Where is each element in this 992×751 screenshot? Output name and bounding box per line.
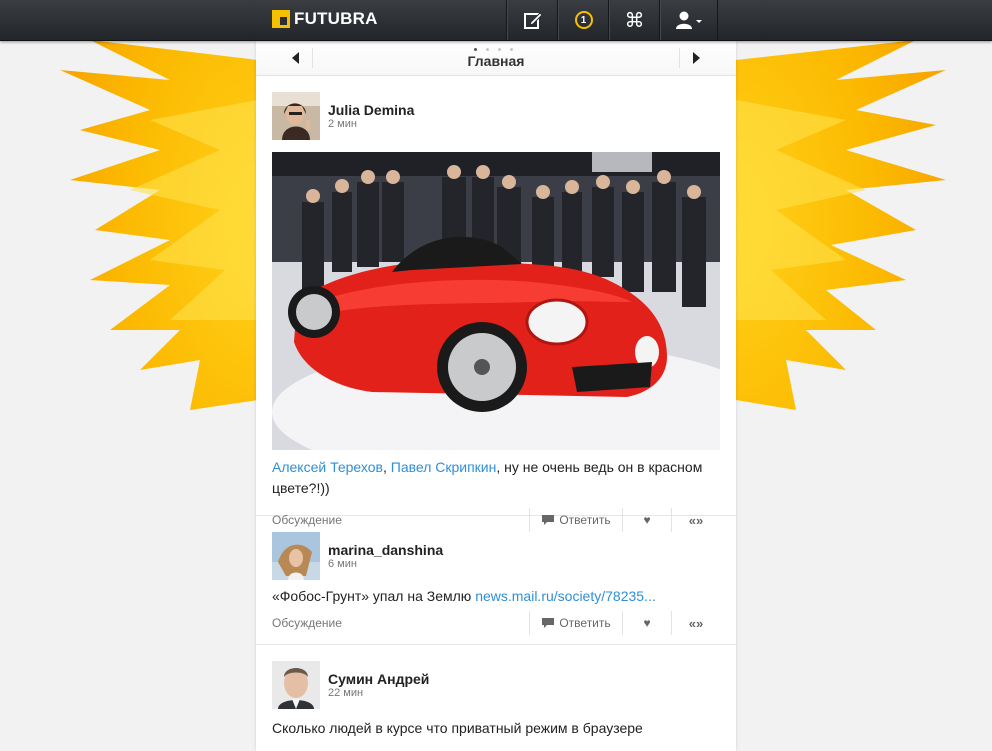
avatar[interactable]: [272, 532, 320, 580]
post-time: 22 мин: [328, 687, 364, 699]
page-dot: [510, 48, 513, 51]
page-dots: [474, 48, 513, 51]
feed-navbar: Главная: [256, 40, 736, 76]
feed-post: Julia Demina 2 мин Алексей Терехов, Паве…: [256, 76, 736, 532]
post-text: Сколько людей в курсе что приватный режи…: [272, 718, 720, 739]
avatar[interactable]: [272, 92, 320, 140]
post-image[interactable]: [272, 152, 720, 450]
command-button[interactable]: ⌘: [609, 0, 660, 40]
mention-link[interactable]: Алексей Терехов: [272, 459, 383, 475]
sunburst-left-decoration: [60, 40, 258, 410]
post-header: marina_danshina 6 мин: [272, 532, 720, 580]
post-body: «Фобос-Грунт» упал на Землю: [272, 588, 476, 604]
quote-button[interactable]: «»: [671, 611, 720, 635]
page-dot: [486, 48, 489, 51]
post-author[interactable]: marina_danshina: [328, 542, 443, 558]
feed-post: Сумин Андрей 22 мин Сколько людей в курс…: [256, 645, 736, 739]
futubra-logo-icon: [272, 10, 290, 28]
user-menu-icon: [676, 11, 702, 29]
post-text: Алексей Терехов, Павел Скрипкин, ну не о…: [272, 457, 720, 499]
speech-bubble-icon: [542, 618, 555, 628]
arrow-right-icon: [693, 52, 700, 64]
post-time: 6 мин: [328, 558, 357, 570]
brand-logo[interactable]: FUTUBRA: [272, 9, 378, 29]
reply-label: Ответить: [559, 616, 611, 630]
page-dot: [474, 48, 477, 51]
mention-separator: ,: [382, 459, 391, 475]
discussion-link[interactable]: Обсуждение: [272, 616, 342, 630]
post-author[interactable]: Julia Demina: [328, 102, 414, 118]
sunburst-right-decoration: [736, 40, 946, 410]
post-body: Сколько людей в курсе что приватный режи…: [272, 720, 643, 736]
quote-icon: «»: [688, 615, 704, 631]
post-time: 2 мин: [328, 118, 357, 130]
feed-column: Главная Julia Demina 2 мин Алексей Терех…: [256, 40, 736, 751]
page-dot: [498, 48, 501, 51]
notifications-icon: 1: [574, 11, 593, 29]
compose-icon: [523, 12, 543, 29]
page-title: Главная: [467, 53, 525, 69]
compose-button[interactable]: [507, 0, 558, 40]
top-bar: FUTUBRA 1 ⌘: [0, 0, 992, 41]
post-header: Сумин Андрей 22 мин: [272, 661, 720, 709]
avatar[interactable]: [272, 661, 320, 709]
post-author[interactable]: Сумин Андрей: [328, 671, 429, 687]
top-actions: 1 ⌘: [506, 0, 718, 40]
mention-link[interactable]: Павел Скрипкин: [391, 459, 497, 475]
like-button[interactable]: ♥: [622, 611, 671, 635]
next-page-button[interactable]: [679, 48, 712, 68]
command-icon: ⌘: [624, 8, 645, 32]
brand-name: FUTUBRA: [294, 9, 378, 28]
action-buttons: Ответить ♥ «»: [529, 611, 720, 635]
post-link[interactable]: news.mail.ru/society/78235...: [475, 588, 656, 604]
feed-post: marina_danshina 6 мин «Фобос-Грунт» упал…: [256, 516, 736, 645]
post-text: «Фобос-Грунт» упал на Землю news.mail.ru…: [272, 586, 720, 607]
post-actions: Обсуждение Ответить ♥ «»: [272, 611, 720, 635]
post-header: Julia Demina 2 мин: [272, 92, 720, 140]
user-menu-button[interactable]: [660, 0, 718, 40]
reply-button[interactable]: Ответить: [529, 611, 622, 635]
notifications-button[interactable]: 1: [558, 0, 609, 40]
heart-icon: ♥: [643, 616, 651, 630]
